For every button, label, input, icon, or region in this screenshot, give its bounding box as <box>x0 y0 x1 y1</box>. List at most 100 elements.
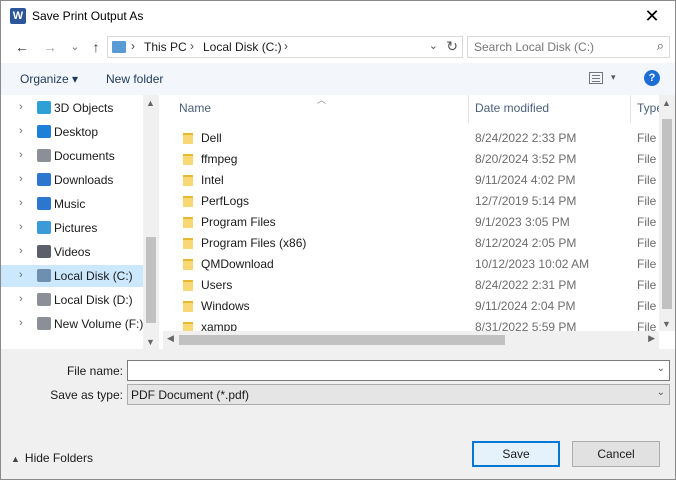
refresh-icon[interactable]: ↻ <box>446 38 458 55</box>
cancel-button[interactable]: Cancel <box>572 441 660 467</box>
chevron-right-icon[interactable]: › <box>19 317 23 329</box>
back-button[interactable]: ← <box>11 37 33 57</box>
date-modified-cell: 9/11/2024 4:02 PM <box>475 173 576 187</box>
view-dropdown-icon[interactable]: ▾ <box>611 72 616 83</box>
save-as-type-select[interactable]: PDF Document (*.pdf) ⌄ <box>127 384 670 405</box>
sidebar-item-downloads[interactable]: › Downloads <box>1 169 143 191</box>
type-cell: File <box>637 215 657 229</box>
sidebar-item-label: Videos <box>54 245 91 259</box>
table-row[interactable]: Program Files (x86) 8/12/2024 2:05 PM File <box>163 233 659 254</box>
hide-folders-button[interactable]: ▲ Hide Folders <box>11 451 93 465</box>
scroll-thumb[interactable] <box>146 237 156 323</box>
hide-folders-label: Hide Folders <box>24 451 93 465</box>
pictures-icon <box>37 221 51 234</box>
help-icon[interactable]: ? <box>644 70 660 86</box>
chevron-down-icon[interactable]: ⌄ <box>657 363 665 374</box>
save-as-type-label: Save as type: <box>50 388 123 402</box>
table-row[interactable]: QMDownload 10/12/2023 10:02 AM File <box>163 254 659 275</box>
scroll-right-icon[interactable]: ▶ <box>648 333 655 344</box>
sort-ascending-icon: ︿ <box>317 95 327 105</box>
date-modified-cell: 12/7/2019 5:14 PM <box>475 194 577 208</box>
scroll-thumb[interactable] <box>662 119 672 309</box>
navigation-scrollbar[interactable]: ▲ ▼ <box>143 95 159 349</box>
table-row[interactable]: Windows 9/11/2024 2:04 PM File <box>163 296 659 317</box>
3d-objects-icon <box>37 101 51 114</box>
sidebar-item-pictures[interactable]: › Pictures <box>1 217 143 239</box>
folder-icon <box>183 154 193 165</box>
breadcrumb-this-pc[interactable]: This PC <box>144 40 187 54</box>
column-divider[interactable] <box>630 95 631 123</box>
column-divider[interactable] <box>468 95 469 123</box>
type-cell: File <box>637 236 657 250</box>
chevron-right-icon[interactable]: › <box>19 221 23 233</box>
file-name-cell: Intel <box>201 173 224 187</box>
chevron-right-icon[interactable]: › <box>19 293 23 305</box>
sidebar-item-desktop[interactable]: › Desktop <box>1 121 143 143</box>
sidebar-item-label: Music <box>54 197 86 211</box>
save-button[interactable]: Save <box>472 441 560 467</box>
chevron-right-icon[interactable]: › <box>19 125 23 137</box>
table-row[interactable]: Users 8/24/2022 2:31 PM File <box>163 275 659 296</box>
column-header-date[interactable]: Date modified <box>475 101 549 115</box>
sidebar-item-label: Downloads <box>54 173 114 187</box>
scroll-down-icon[interactable]: ▼ <box>662 319 671 329</box>
scroll-up-icon[interactable]: ▲ <box>146 98 155 108</box>
sidebar-item-label: Local Disk (D:) <box>54 293 133 307</box>
sidebar-item-label: Documents <box>54 149 115 163</box>
scroll-left-icon[interactable]: ◀ <box>167 333 174 344</box>
chevron-right-icon[interactable]: › <box>19 269 23 281</box>
forward-button[interactable]: → <box>39 37 61 57</box>
search-input[interactable]: Search Local Disk (C:) ⌕ <box>467 36 670 58</box>
file-name-cell: Windows <box>201 299 250 313</box>
file-name-cell: Program Files <box>201 215 276 229</box>
sidebar-item-local-disk-c[interactable]: › Local Disk (C:) <box>1 265 143 287</box>
sidebar-item-3d-objects[interactable]: › 3D Objects <box>1 97 143 119</box>
recent-locations-button[interactable]: ⌄ <box>64 37 86 57</box>
sidebar-item-music[interactable]: › Music <box>1 193 143 215</box>
chevron-right-icon[interactable]: › <box>19 173 23 185</box>
type-cell: File <box>637 194 657 208</box>
folder-icon <box>183 133 193 144</box>
scroll-up-icon[interactable]: ▲ <box>662 98 671 108</box>
sidebar-item-local-disk-d[interactable]: › Local Disk (D:) <box>1 289 143 311</box>
navigation-pane: › 3D Objects › Desktop › Documents › Downloads ›… <box>1 95 159 349</box>
chevron-right-icon[interactable]: › <box>19 245 23 257</box>
file-list-vertical-scrollbar[interactable]: ▲ ▼ <box>659 95 675 331</box>
table-row[interactable]: PerfLogs 12/7/2019 5:14 PM File <box>163 191 659 212</box>
table-row[interactable]: ffmpeg 8/20/2024 3:52 PM File <box>163 149 659 170</box>
date-modified-cell: 8/20/2024 3:52 PM <box>475 152 577 166</box>
column-header-name[interactable]: Name <box>179 101 211 115</box>
address-bar[interactable]: › This PC › Local Disk (C:) › ⌄ ↻ <box>107 36 463 58</box>
table-row[interactable]: Program Files 9/1/2023 3:05 PM File <box>163 212 659 233</box>
sidebar-item-videos[interactable]: › Videos <box>1 241 143 263</box>
table-row[interactable]: Dell 8/24/2022 2:33 PM File <box>163 128 659 149</box>
chevron-right-icon[interactable]: › <box>19 149 23 161</box>
chevron-right-icon[interactable]: › <box>19 197 23 209</box>
chevron-right-icon[interactable]: › <box>19 101 23 113</box>
view-options-icon[interactable] <box>589 72 603 84</box>
close-button[interactable]: ✕ <box>629 1 675 31</box>
sidebar-item-label: Desktop <box>54 125 99 139</box>
search-icon[interactable]: ⌕ <box>657 38 664 54</box>
downloads-icon <box>37 173 51 186</box>
sidebar-item-new-volume-f[interactable]: › New Volume (F:) <box>1 313 143 335</box>
up-button[interactable]: ↑ <box>85 37 107 57</box>
desktop-icon <box>37 125 51 138</box>
save-form: File name: ⌄ Save as type: PDF Document … <box>1 349 675 479</box>
breadcrumb-local-disk[interactable]: Local Disk (C:) <box>203 40 282 54</box>
sidebar-item-documents[interactable]: › Documents <box>1 145 143 167</box>
chevron-down-icon[interactable]: ⌄ <box>657 387 665 398</box>
file-name-cell: Users <box>201 278 233 292</box>
new-folder-button[interactable]: New folder <box>106 72 163 86</box>
file-name-input[interactable]: ⌄ <box>127 360 670 381</box>
organize-button[interactable]: Organize ▾ <box>20 72 78 86</box>
scroll-down-icon[interactable]: ▼ <box>146 337 155 347</box>
table-row[interactable]: Intel 9/11/2024 4:02 PM File <box>163 170 659 191</box>
scroll-thumb[interactable] <box>179 335 505 345</box>
file-list-horizontal-scrollbar[interactable]: ◀ ▶ <box>163 331 659 349</box>
date-modified-cell: 9/11/2024 2:04 PM <box>475 299 576 313</box>
search-placeholder: Search Local Disk (C:) <box>474 40 595 54</box>
drive-icon <box>37 293 51 306</box>
folder-icon <box>183 217 193 228</box>
address-dropdown-icon[interactable]: ⌄ <box>429 39 438 52</box>
